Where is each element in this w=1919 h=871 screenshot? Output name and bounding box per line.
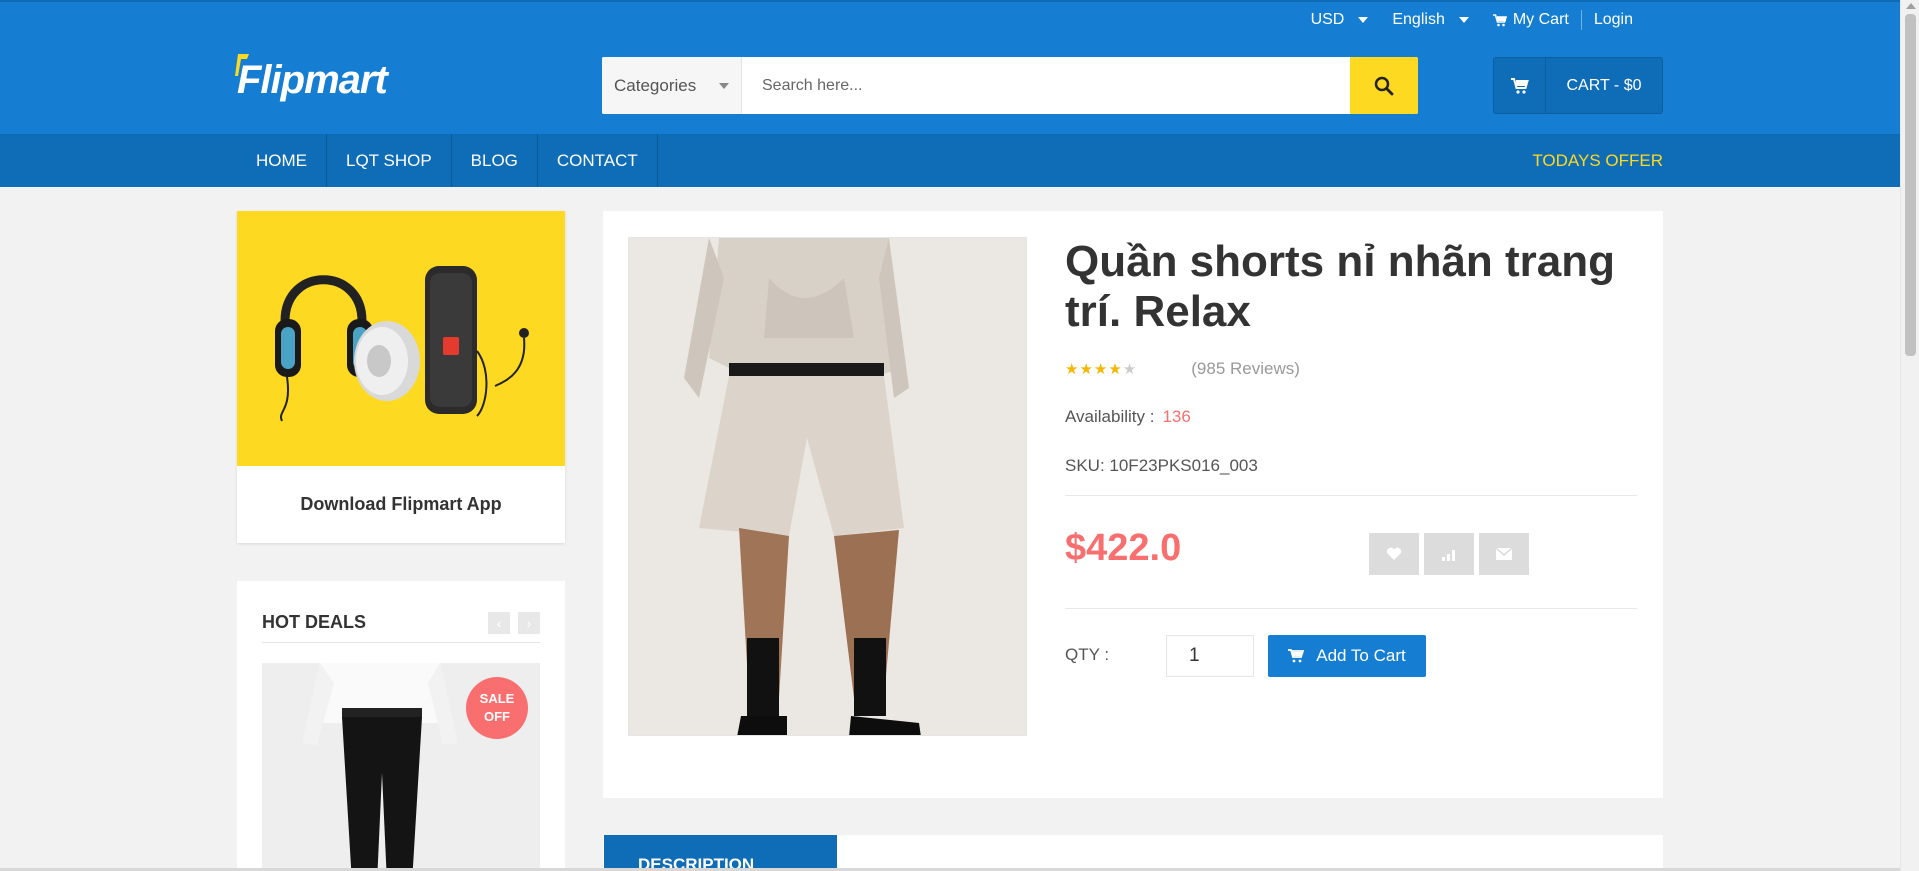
reviews-link[interactable]: (985 Reviews) xyxy=(1191,359,1300,379)
product-sku: SKU: 10F23PKS016_003 xyxy=(1065,456,1258,475)
hot-deals-title: HOT DEALS xyxy=(262,612,367,632)
product-image[interactable] xyxy=(628,237,1027,736)
cart-icon xyxy=(1492,13,1507,26)
headphones-speaker-image xyxy=(275,266,529,422)
heart-icon xyxy=(1386,547,1402,560)
product-title: Quần shorts nỉ nhãn trang trí. Relax xyxy=(1065,237,1616,336)
shorts-model-image xyxy=(629,238,1026,735)
signal-bars-icon xyxy=(1442,550,1455,561)
add-to-cart-label: Add To Cart xyxy=(1316,646,1406,665)
nav-item-contact[interactable]: CONTACT xyxy=(538,134,658,187)
divider xyxy=(1065,608,1637,609)
product-actions xyxy=(1369,533,1529,575)
app-label: Download Flipmart App xyxy=(300,494,502,514)
todays-offer-link[interactable]: TODAYS OFFER xyxy=(1532,134,1663,187)
chevron-down-icon xyxy=(1358,17,1369,23)
app-banner[interactable]: Download Flipmart App xyxy=(237,211,565,543)
hot-deals-header: HOT DEALS ‹ › xyxy=(262,603,540,643)
my-cart-link[interactable]: My Cart xyxy=(1481,11,1581,29)
category-label: Categories xyxy=(614,75,697,95)
cart-icon xyxy=(1510,77,1529,94)
cart-button[interactable]: CART - $0 xyxy=(1493,57,1663,114)
currency-label: USD xyxy=(1310,11,1345,28)
next-arrow-button[interactable]: › xyxy=(518,611,540,634)
divider xyxy=(1065,495,1637,496)
main-nav: HOME LQT SHOP BLOG CONTACT TODAYS OFFER xyxy=(0,134,1900,187)
search-bar: Categories xyxy=(602,57,1418,114)
sale-badge-line2: OFF xyxy=(484,709,510,724)
tab-description[interactable]: DESCRIPTION xyxy=(604,835,837,871)
carousel-arrows: ‹ › xyxy=(488,611,540,634)
rating-stars: ★ ★ ★ ★ ★ xyxy=(1065,360,1136,378)
quantity-input[interactable] xyxy=(1166,635,1254,677)
logo-mark-icon xyxy=(235,54,249,76)
availability-value: 136 xyxy=(1162,407,1191,426)
nav-item-lqt-shop[interactable]: LQT SHOP xyxy=(327,134,452,187)
product-detail: Quần shorts nỉ nhãn trang trí. Relax ★ ★ ★… xyxy=(603,211,1663,798)
scrollbar-thumb[interactable] xyxy=(1905,14,1916,356)
envelope-icon xyxy=(1496,548,1512,560)
star-icon: ★ xyxy=(1122,361,1137,378)
scroll-up-icon[interactable] xyxy=(1906,3,1916,9)
hot-deals: HOT DEALS ‹ › SALE OFF xyxy=(237,581,565,871)
top-links: USD English My Cart Login xyxy=(1299,10,1645,30)
cart-icon xyxy=(1288,649,1305,663)
star-icon: ★ xyxy=(1079,361,1093,378)
cart-label: CART - $0 xyxy=(1566,76,1642,94)
compare-button[interactable] xyxy=(1424,533,1474,575)
logo-text: Flipmart xyxy=(237,58,388,102)
login-label: Login xyxy=(1593,11,1633,28)
qty-label: QTY : xyxy=(1065,645,1110,664)
product-price: $422.0 xyxy=(1065,527,1182,569)
chevron-down-icon xyxy=(1458,17,1469,23)
star-icon: ★ xyxy=(1093,361,1108,378)
logo[interactable]: Flipmart xyxy=(235,54,388,103)
star-icon: ★ xyxy=(1065,361,1079,378)
login-link[interactable]: Login xyxy=(1582,11,1645,29)
language-dropdown[interactable]: English xyxy=(1380,11,1480,29)
sale-badge-line1: SALE xyxy=(479,691,515,706)
currency-dropdown[interactable]: USD xyxy=(1299,11,1381,29)
category-select[interactable]: Categories xyxy=(602,57,742,114)
email-button[interactable] xyxy=(1479,533,1529,575)
wishlist-button[interactable] xyxy=(1369,533,1419,575)
prev-arrow-button[interactable]: ‹ xyxy=(488,611,510,634)
search-input[interactable] xyxy=(742,57,1350,114)
nav-item-blog[interactable]: BLOG xyxy=(452,134,538,187)
language-label: English xyxy=(1392,11,1445,28)
chevron-down-icon xyxy=(719,82,729,89)
hot-deal-product-image[interactable]: SALE OFF xyxy=(262,663,540,871)
availability: Availability : 136 xyxy=(1065,407,1191,427)
header: USD English My Cart Login Flipmart Categ… xyxy=(0,0,1900,134)
sale-badge: SALE OFF xyxy=(466,677,528,739)
app-banner-image xyxy=(237,211,565,466)
availability-label: Availability : xyxy=(1065,407,1155,426)
product-tabs: DESCRIPTION xyxy=(603,835,1663,871)
star-icon: ★ xyxy=(1108,361,1122,378)
vertical-scrollbar[interactable] xyxy=(1900,0,1919,871)
search-button[interactable] xyxy=(1350,57,1418,114)
search-icon xyxy=(1374,76,1394,95)
product-rating: ★ ★ ★ ★ ★ (985 Reviews) xyxy=(1065,359,1300,379)
nav-item-home[interactable]: HOME xyxy=(237,134,327,187)
add-to-cart-button[interactable]: Add To Cart xyxy=(1268,635,1426,677)
my-cart-label: My Cart xyxy=(1512,11,1569,28)
cart-icon-box xyxy=(1494,58,1546,113)
